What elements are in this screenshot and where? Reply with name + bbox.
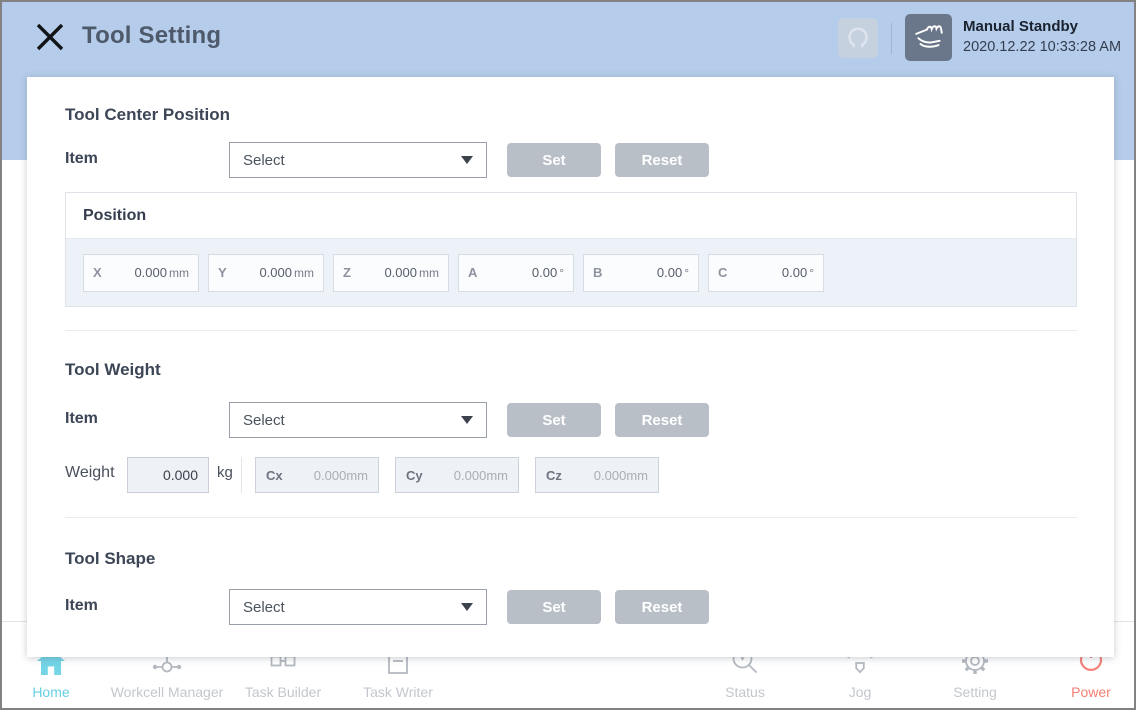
page-title: Tool Setting (82, 22, 221, 50)
position-field-z: Z 0.000mm (333, 254, 449, 292)
header-divider (891, 23, 892, 54)
position-field-c: C 0.00° (708, 254, 824, 292)
tool-weight-item-select[interactable]: Select (229, 402, 487, 438)
tool-setting-panel: Tool Center Position Item Select Set Res… (27, 77, 1114, 657)
field-label: Cy (406, 468, 423, 483)
cog-field-cz: Cz 0.000mm (535, 457, 659, 493)
field-unit: mm (419, 266, 439, 280)
position-panel-heading: Position (66, 193, 1076, 239)
field-unit: mm (346, 468, 368, 483)
position-field-y: Y 0.000mm (208, 254, 324, 292)
weight-divider (241, 457, 242, 493)
tool-shape-item-label: Item (65, 597, 98, 615)
section-divider (65, 330, 1077, 331)
field-unit: mm (626, 468, 648, 483)
field-label: C (718, 265, 727, 280)
header: Tool Setting Manual Standby 2020.12.22 1… (2, 2, 1134, 74)
tool-weight-reset-button[interactable]: Reset (615, 403, 709, 437)
field-label: Cx (266, 468, 283, 483)
tool-weight-item-label: Item (65, 410, 98, 428)
tcp-reset-button[interactable]: Reset (615, 143, 709, 177)
mode-status-timestamp: 2020.12.22 10:33:28 AM (963, 39, 1121, 55)
close-icon (34, 41, 66, 56)
chevron-down-icon (461, 416, 473, 424)
field-label: Cz (546, 468, 562, 483)
position-field-x: X 0.000mm (83, 254, 199, 292)
tool-shape-item-select[interactable]: Select (229, 589, 487, 625)
position-panel: Position X0.000mm Y0.000mm Z0.000mm A0.0… (65, 192, 1077, 307)
field-value: 0.000 (384, 265, 417, 280)
position-field-b: B 0.00° (583, 254, 699, 292)
gripper-tool-button[interactable] (838, 18, 878, 58)
nav-label: Power (1011, 684, 1136, 700)
tool-shape-heading: Tool Shape (65, 549, 155, 569)
tcp-select-value: Select (243, 152, 285, 169)
cog-field-cx: Cx 0.000mm (255, 457, 379, 493)
manual-hand-icon (913, 20, 945, 55)
section-divider (65, 517, 1077, 518)
field-value: 0.00 (657, 265, 682, 280)
tool-weight-heading: Tool Weight (65, 360, 161, 380)
field-value: 0.000 (594, 468, 627, 483)
field-label: Y (218, 265, 227, 280)
weight-unit: kg (217, 464, 233, 481)
gripper-icon (844, 23, 872, 54)
field-label: B (593, 265, 602, 280)
field-label: A (468, 265, 477, 280)
field-unit: mm (169, 266, 189, 280)
cog-field-cy: Cy 0.000mm (395, 457, 519, 493)
field-unit: ° (684, 266, 689, 280)
tcp-item-select[interactable]: Select (229, 142, 487, 178)
mode-status-title: Manual Standby (963, 18, 1121, 35)
field-value: 0.000 (134, 265, 167, 280)
nav-label: Task Writer (318, 684, 478, 700)
tool-shape-select-value: Select (243, 599, 285, 616)
field-unit: mm (486, 468, 508, 483)
manual-mode-button[interactable] (905, 14, 952, 61)
field-value: 0.000 (454, 468, 487, 483)
field-label: X (93, 265, 102, 280)
tool-shape-reset-button[interactable]: Reset (615, 590, 709, 624)
weight-input[interactable]: 0.000 (127, 457, 209, 493)
tcp-heading: Tool Center Position (65, 105, 230, 125)
tool-shape-set-button[interactable]: Set (507, 590, 601, 624)
field-label: Z (343, 265, 351, 280)
tool-weight-select-value: Select (243, 412, 285, 429)
position-fields-row: X0.000mm Y0.000mm Z0.000mm A0.00° B0.00°… (66, 239, 1076, 306)
tool-weight-set-button[interactable]: Set (507, 403, 601, 437)
tcp-item-label: Item (65, 150, 98, 168)
chevron-down-icon (461, 603, 473, 611)
field-unit: mm (294, 266, 314, 280)
field-value: 0.000 (314, 468, 347, 483)
field-value: 0.00 (532, 265, 557, 280)
close-button[interactable] (33, 21, 67, 55)
field-unit: ° (809, 266, 814, 280)
field-value: 0.00 (782, 265, 807, 280)
position-field-a: A 0.00° (458, 254, 574, 292)
field-unit: ° (559, 266, 564, 280)
chevron-down-icon (461, 156, 473, 164)
tcp-set-button[interactable]: Set (507, 143, 601, 177)
tool-setting-screen: Home Workcell Manager Task Builder Task … (0, 0, 1136, 710)
field-value: 0.000 (259, 265, 292, 280)
weight-label: Weight (65, 464, 115, 482)
mode-status: Manual Standby 2020.12.22 10:33:28 AM (963, 18, 1121, 55)
